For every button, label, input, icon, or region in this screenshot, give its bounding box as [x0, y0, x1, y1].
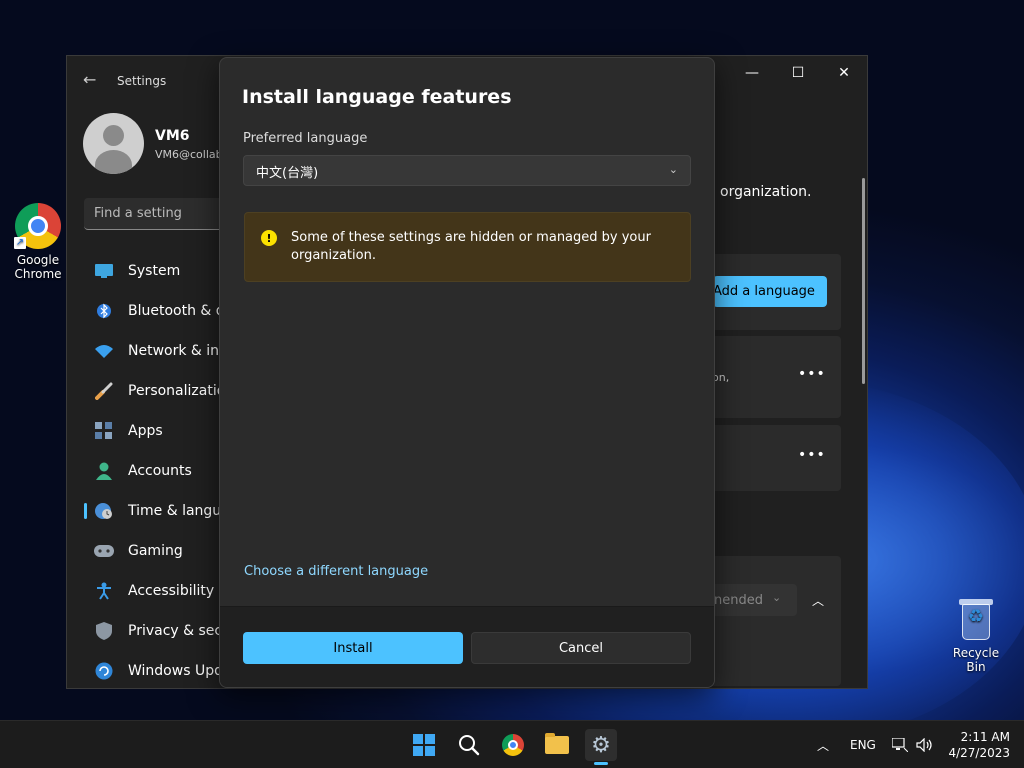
clock-date: 4/27/2023: [948, 746, 1010, 760]
dialog-footer: Install Cancel: [220, 606, 714, 687]
sidebar-item-label: Privacy & secu: [128, 623, 231, 639]
start-button[interactable]: [408, 729, 440, 761]
warning-icon: !: [261, 230, 277, 246]
dialog-title: Install language features: [242, 86, 512, 108]
active-app-indicator: [594, 762, 608, 765]
sidebar-item-label: Accounts: [128, 463, 192, 479]
minimize-icon[interactable]: —: [729, 56, 775, 90]
sidebar-item-label: Bluetooth & de: [128, 303, 234, 319]
clock-time: 2:11 AM: [960, 730, 1010, 744]
app-title: Settings: [117, 74, 167, 88]
add-language-button[interactable]: Add a language: [713, 276, 827, 307]
sidebar-item-label: Gaming: [128, 543, 183, 559]
user-email: VM6@collab: [155, 148, 219, 161]
monitor-icon: [94, 261, 114, 281]
shortcut-arrow-icon: ↗: [14, 237, 26, 249]
brush-icon: [94, 381, 114, 401]
install-language-dialog: Install language features Preferred lang…: [219, 57, 715, 688]
apps-icon: [94, 421, 114, 441]
sidebar-item-label: Network & inte: [128, 343, 234, 359]
taskbar-file-explorer[interactable]: [541, 729, 573, 761]
sidebar-item-label: Time & langua: [128, 503, 230, 519]
tray-chevron-up-icon[interactable]: ︿: [817, 721, 829, 768]
windows-logo-icon: [413, 734, 435, 756]
desktop-icon-chrome[interactable]: ↗ Google Chrome: [6, 203, 70, 281]
more-options-icon[interactable]: •••: [798, 447, 826, 463]
preferred-language-label: Preferred language: [243, 131, 368, 146]
sidebar-item-label: Accessibility: [128, 583, 215, 599]
add-language-label: Add a language: [713, 284, 815, 299]
managed-settings-infobar: ! Some of these settings are hidden or m…: [244, 212, 691, 282]
sidebar-item-label: System: [128, 263, 181, 279]
taskbar-settings[interactable]: ⚙: [585, 729, 617, 761]
preferred-language-select[interactable]: 中文(台灣) ⌄: [243, 155, 691, 186]
desktop-icon-label: Google Chrome: [14, 253, 62, 281]
folder-icon: [545, 733, 569, 754]
choose-different-language-link[interactable]: Choose a different language: [244, 564, 428, 579]
install-button[interactable]: Install: [243, 632, 463, 664]
window-controls: — ☐ ✕: [729, 56, 867, 90]
desktop-icon-label: Recycle Bin: [952, 646, 1000, 674]
more-options-icon[interactable]: •••: [798, 366, 826, 382]
chrome-icon: [502, 734, 524, 756]
chevron-up-icon[interactable]: ︿: [812, 592, 824, 609]
back-arrow-icon[interactable]: ←: [83, 70, 96, 89]
sidebar-item-label: Windows Upda: [128, 663, 232, 679]
close-icon[interactable]: ✕: [821, 56, 867, 90]
shield-icon: [94, 621, 114, 641]
search-icon: [459, 735, 480, 756]
recommended-dropdown-text: nended: [714, 593, 763, 608]
globe-clock-icon: [94, 501, 114, 521]
user-name: VM6: [155, 128, 190, 144]
update-icon: [94, 661, 114, 681]
accessibility-icon: [94, 581, 114, 601]
sidebar-item-label: Apps: [128, 423, 163, 439]
maximize-icon[interactable]: ☐: [775, 56, 821, 90]
person-icon: [94, 461, 114, 481]
infobar-message: Some of these settings are hidden or man…: [291, 230, 651, 263]
taskbar: ⚙ ︿ ENG 2:11 AM 4/27/2023: [0, 720, 1024, 768]
background-org-text: organization.: [720, 184, 812, 200]
search-button[interactable]: [453, 729, 485, 761]
avatar[interactable]: [83, 113, 144, 174]
chevron-down-icon: ⌄: [668, 163, 678, 176]
language-indicator[interactable]: ENG: [850, 721, 876, 768]
chevron-down-icon: ⌄: [772, 591, 782, 604]
scrollbar[interactable]: [862, 178, 865, 384]
gear-icon: ⚙: [591, 732, 611, 758]
system-clock[interactable]: 2:11 AM 4/27/2023: [944, 729, 1010, 761]
preferred-language-value: 中文(台灣): [256, 166, 319, 181]
network-icon[interactable]: [892, 721, 908, 768]
wifi-icon: [94, 341, 114, 361]
recycle-bin-icon: ♻: [956, 596, 996, 642]
gamepad-icon: [94, 541, 114, 561]
taskbar-chrome[interactable]: [497, 729, 529, 761]
cancel-button[interactable]: Cancel: [471, 632, 691, 664]
volume-icon[interactable]: [916, 721, 934, 768]
bluetooth-icon: [94, 301, 114, 321]
background-section-card: [697, 556, 841, 686]
desktop-icon-recycle-bin[interactable]: ♻ Recycle Bin: [942, 596, 1010, 674]
